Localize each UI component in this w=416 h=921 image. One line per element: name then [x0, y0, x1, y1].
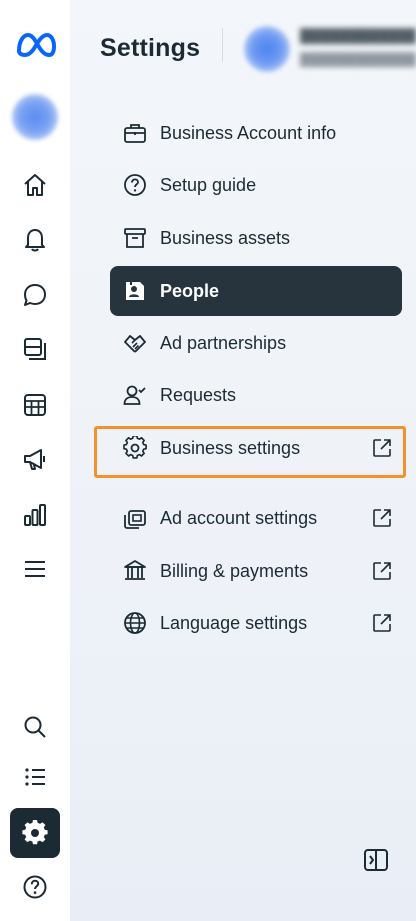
rail-messages[interactable] [10, 272, 60, 318]
rail-planner[interactable] [10, 382, 60, 428]
nav-label: Business Account info [160, 122, 337, 143]
question-icon [122, 172, 148, 198]
chat-icon [24, 284, 46, 306]
meta-logo[interactable] [14, 30, 58, 60]
person-check-icon [122, 382, 148, 408]
handshake-icon [122, 330, 148, 356]
page-title: Settings [100, 34, 201, 62]
nav-label: Billing & payments [160, 560, 309, 581]
ad-account-icon [122, 505, 148, 531]
nav-label: Business assets [160, 227, 291, 248]
bar-chart-icon [24, 504, 46, 526]
list-icon [25, 768, 45, 786]
profile-avatar[interactable] [12, 94, 58, 140]
nav-people[interactable]: People [110, 266, 402, 316]
megaphone-icon [24, 449, 45, 470]
help-icon [23, 875, 47, 899]
rail-notifications[interactable] [10, 216, 60, 262]
business-account-subtitle-redacted: █████████████████ [300, 52, 416, 67]
gear-icon [122, 435, 148, 461]
rail-all-tools[interactable] [10, 546, 60, 592]
external-link-icon [373, 562, 391, 580]
nav-label: Language settings [160, 612, 308, 633]
rail-settings[interactable] [10, 808, 60, 858]
external-link-icon [373, 439, 391, 457]
bell-icon [25, 229, 45, 252]
header-divider [222, 28, 223, 62]
business-account-avatar[interactable] [244, 26, 290, 72]
nav-label: Setup guide [160, 174, 257, 195]
briefcase-icon [122, 120, 148, 146]
nav-requests[interactable]: Requests [110, 370, 402, 420]
rail-search[interactable] [10, 704, 60, 750]
nav-business-settings[interactable]: Business settings [110, 423, 402, 473]
left-rail [0, 0, 70, 921]
nav-label: People [160, 280, 220, 301]
nav-business-assets[interactable]: Business assets [110, 213, 402, 263]
home-icon [24, 174, 46, 196]
external-link-icon [373, 509, 391, 527]
nav-label: Requests [160, 384, 237, 405]
external-link-icon [373, 614, 391, 632]
gear-icon [22, 820, 48, 845]
rail-list[interactable] [10, 754, 60, 800]
rail-content[interactable] [10, 326, 60, 372]
rail-home[interactable] [10, 162, 60, 208]
nav-ad-partnerships[interactable]: Ad partnerships [110, 318, 402, 368]
collapse-panel-icon[interactable] [362, 846, 390, 874]
nav-business-account-info[interactable]: Business Account info [110, 108, 402, 158]
id-badge-icon [122, 278, 148, 304]
rail-ads[interactable] [10, 436, 60, 482]
bank-icon [122, 558, 148, 584]
archive-box-icon [122, 225, 148, 251]
calendar-grid-icon [24, 394, 46, 416]
rail-insights[interactable] [10, 492, 60, 538]
nav-language-settings[interactable]: Language settings [110, 598, 402, 648]
nav-label: Ad account settings [160, 507, 318, 528]
nav-label: Ad partnerships [160, 332, 287, 353]
nav-setup-guide[interactable]: Setup guide [110, 160, 402, 210]
pages-icon [24, 338, 46, 360]
search-icon [24, 716, 46, 738]
menu-icon [25, 561, 45, 577]
nav-label: Business settings [160, 437, 301, 458]
globe-icon [122, 610, 148, 636]
nav-ad-account-settings[interactable]: Ad account settings [110, 493, 402, 543]
business-account-name-redacted[interactable]: ████████████ [300, 28, 416, 44]
rail-help[interactable] [10, 864, 60, 910]
nav-billing-payments[interactable]: Billing & payments [110, 546, 402, 596]
